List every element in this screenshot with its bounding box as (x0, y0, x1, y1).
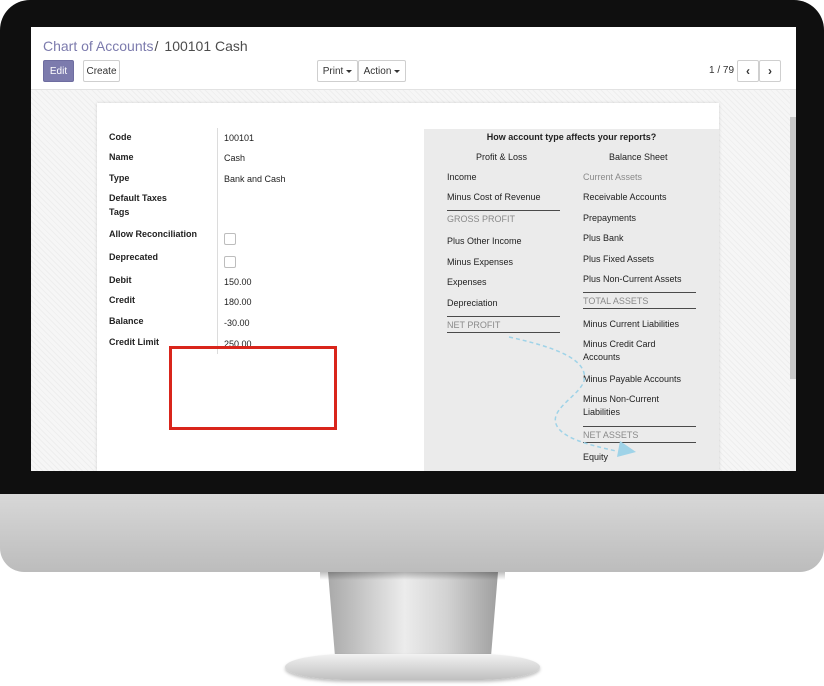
field-value-credit: 180.00 (224, 297, 252, 307)
field-label-default-taxes: Default Taxes (109, 193, 167, 203)
field-label-balance: Balance (109, 316, 144, 326)
create-button[interactable]: Create (83, 60, 120, 82)
monitor-chin (0, 494, 824, 572)
net-profit-to-equity-arrow (508, 336, 636, 457)
field-label-code: Code (109, 132, 132, 142)
allow-reconciliation-checkbox[interactable] (224, 233, 236, 245)
form-view-area: Code 100101 Name Cash Type Bank and Cash… (31, 90, 796, 471)
caret-down-icon (394, 69, 401, 73)
breadcrumb-separator: / (154, 38, 159, 54)
screen: Chart of Accounts/ 100101 Cash Edit Creat… (31, 27, 796, 471)
action-label: Action (363, 66, 392, 77)
field-value-type: Bank and Cash (224, 174, 286, 184)
field-label-deprecated: Deprecated (109, 252, 159, 262)
account-type-help-panel: How account type affects your reports? P… (424, 129, 719, 471)
field-label-credit: Credit (109, 295, 136, 305)
print-button[interactable]: Print (317, 60, 358, 82)
stand-shadow (320, 572, 505, 580)
caret-down-icon (346, 69, 353, 73)
label-divider (217, 128, 218, 354)
control-panel: Chart of Accounts/ 100101 Cash Edit Creat… (31, 27, 796, 90)
action-button[interactable]: Action (358, 60, 406, 82)
field-value-code: 100101 (224, 133, 255, 143)
form-sheet: Code 100101 Name Cash Type Bank and Cash… (97, 103, 719, 471)
print-label: Print (322, 66, 344, 77)
pager-next-button[interactable]: › (759, 60, 781, 82)
chevron-right-icon: › (768, 64, 772, 78)
pager-value[interactable]: 1 / 79 (709, 65, 734, 76)
field-label-type: Type (109, 173, 130, 183)
chevron-left-icon: ‹ (746, 64, 750, 78)
field-value-balance: -30.00 (224, 318, 250, 328)
field-label-debit: Debit (109, 275, 132, 285)
breadcrumb-chart-of-accounts[interactable]: Chart of Accounts (43, 38, 154, 54)
highlight-box (169, 346, 337, 430)
breadcrumb-current: 100101 Cash (164, 38, 248, 54)
field-label-credit-limit: Credit Limit (109, 337, 160, 347)
pager-previous-button[interactable]: ‹ (737, 60, 759, 82)
deprecated-checkbox[interactable] (224, 256, 236, 268)
field-label-allow-reconciliation: Allow Reconciliation (109, 229, 198, 239)
scrollbar-thumb[interactable] (790, 117, 796, 379)
field-label-tags: Tags (109, 207, 130, 217)
field-value-name: Cash (224, 153, 246, 163)
monitor-stand-base (285, 654, 540, 680)
field-label-name: Name (109, 152, 134, 162)
edit-button[interactable]: Edit (43, 60, 74, 82)
field-value-debit: 150.00 (224, 277, 252, 287)
breadcrumb: Chart of Accounts/ 100101 Cash (43, 38, 248, 54)
